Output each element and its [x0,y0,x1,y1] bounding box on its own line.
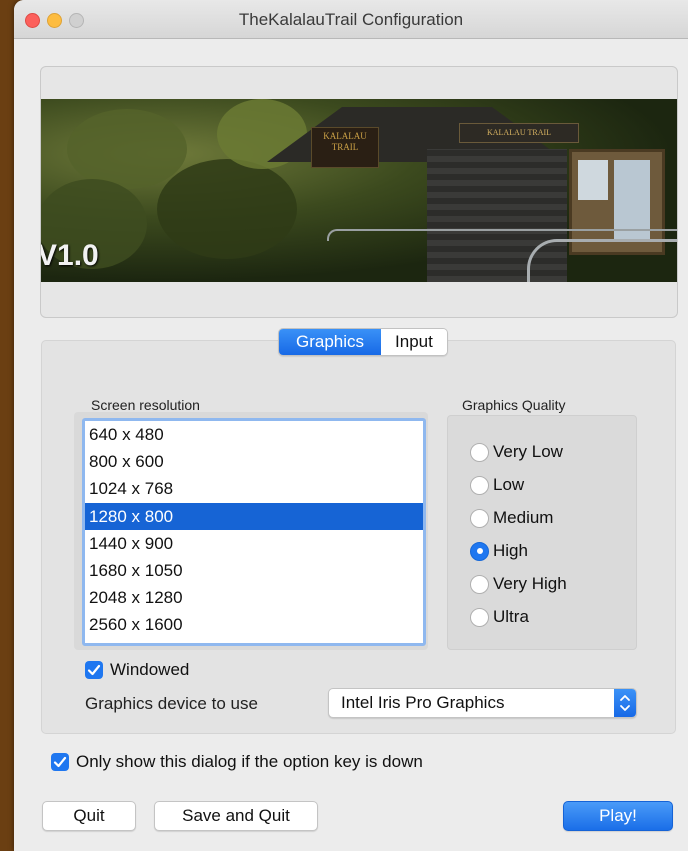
radio-button[interactable] [470,475,489,495]
tab-graphics[interactable]: Graphics [279,329,382,355]
kiosk-sign: KALALAU TRAIL [459,123,579,143]
graphics-quality-label: Graphics Quality [462,397,566,413]
graphics-device-value: Intel Iris Pro Graphics [341,693,505,712]
tab-bar: Graphics Input [278,328,448,356]
quality-option-low[interactable]: Low [470,473,524,497]
notice-paper [578,160,608,200]
railing [527,239,677,282]
option-key-checkbox-row[interactable]: Only show this dialog if the option key … [51,752,423,772]
quality-option-medium[interactable]: Medium [470,506,553,530]
quality-option-label: Low [493,475,525,494]
quit-button[interactable]: Quit [42,801,136,831]
banner-frame: KALALAU TRAIL KALALAU TRAIL V1.0 [40,66,678,318]
resolution-item[interactable]: 1024 x 768 [85,475,423,502]
graphics-device-select[interactable]: Intel Iris Pro Graphics [328,688,637,718]
resolution-item[interactable]: 1440 x 900 [85,530,423,557]
banner-image: KALALAU TRAIL KALALAU TRAIL V1.0 [40,99,677,282]
graphics-device-label: Graphics device to use [85,694,258,713]
option-key-checkbox[interactable] [51,753,69,771]
screen-resolution-label: Screen resolution [91,397,200,413]
notice-paper [614,160,650,240]
radio-button[interactable] [470,442,489,462]
resolution-item-selected[interactable]: 1280 x 800 [85,502,423,530]
radio-button[interactable] [470,607,489,627]
quality-option-label: Very Low [493,442,563,461]
radio-button-selected[interactable] [470,541,489,561]
windowed-checkbox[interactable] [85,661,103,679]
foliage [157,159,297,259]
radio-button[interactable] [470,508,489,528]
tab-input[interactable]: Input [381,329,447,355]
version-label: V1.0 [40,239,99,272]
config-window: TheKalalauTrail Configuration KALALAU TR… [14,0,688,851]
checkmark-icon [53,756,67,768]
resolution-list[interactable]: 640 x 480 800 x 600 1024 x 768 1280 x 80… [82,418,426,646]
option-key-label: Only show this dialog if the option key … [76,752,423,771]
foliage [67,109,187,189]
resolution-item[interactable]: 800 x 600 [85,448,423,475]
quality-option-label: Ultra [493,607,529,626]
quality-option-ultra[interactable]: Ultra [470,605,529,629]
quality-option-label: Medium [493,508,554,527]
windowed-checkbox-row[interactable]: Windowed [85,660,189,680]
radio-button[interactable] [470,574,489,594]
play-button[interactable]: Play! [563,801,673,831]
window-title: TheKalalauTrail Configuration [238,10,464,29]
quality-option-high[interactable]: High [470,539,528,563]
title-bar: TheKalalauTrail Configuration [14,0,688,39]
resolution-item[interactable]: 1680 x 1050 [85,557,423,584]
quality-option-very-low[interactable]: Very Low [470,440,563,464]
windowed-label: Windowed [110,660,190,679]
quality-option-label: Very High [493,574,567,593]
save-and-quit-button[interactable]: Save and Quit [154,801,318,831]
checkmark-icon [87,664,101,676]
trail-sign: KALALAU TRAIL [311,127,379,168]
resolution-item[interactable]: 2560 x 1600 [85,611,423,638]
quality-option-very-high[interactable]: Very High [470,572,567,596]
resolution-item[interactable]: 640 x 480 [85,421,423,448]
quality-option-label: High [493,541,528,560]
resolution-item[interactable]: 2048 x 1280 [85,584,423,611]
up-down-chevron-icon[interactable] [614,689,636,717]
